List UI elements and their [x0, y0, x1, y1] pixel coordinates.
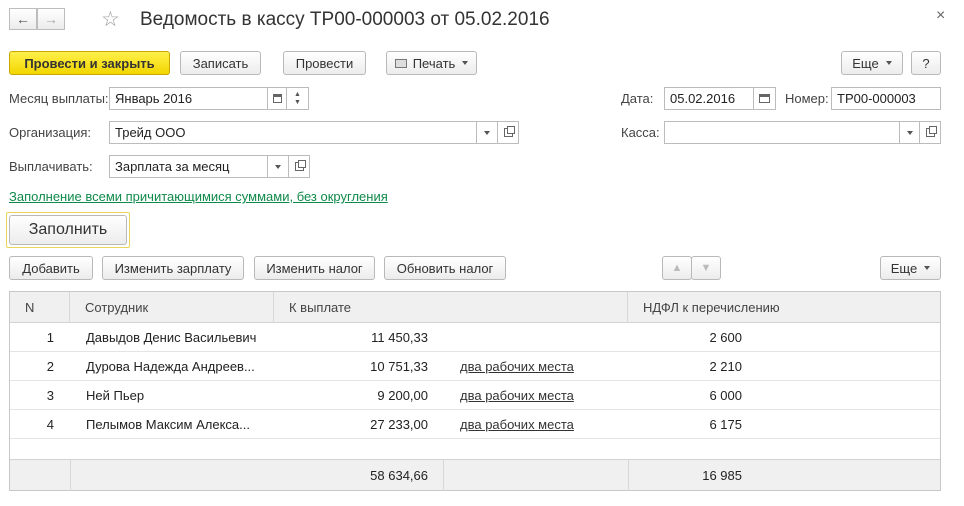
month-label: Месяц выплаты: — [9, 91, 109, 106]
row-number: 3 — [46, 388, 54, 403]
total-amount: 58 634,66 — [370, 468, 428, 483]
row-number: 1 — [46, 330, 54, 345]
number-field[interactable]: ТР00-000003 — [831, 87, 941, 110]
chevron-down-icon — [462, 61, 469, 65]
payment-amount: 27 233,00 — [370, 417, 428, 432]
number-label: Номер: — [785, 91, 829, 106]
organization-dropdown-button[interactable] — [476, 121, 498, 144]
table-footer: 58 634,66 16 985 — [10, 459, 940, 491]
workplace-note-link[interactable]: два рабочих места — [460, 381, 574, 410]
print-button[interactable]: Печать — [386, 51, 477, 75]
table-row[interactable]: 1 Давыдов Денис Васильевич 11 450,33 2 6… — [10, 323, 940, 352]
star-icon[interactable]: ☆ — [101, 7, 120, 32]
close-icon[interactable]: × — [936, 7, 945, 25]
tax-amount: 6 175 — [709, 417, 742, 432]
workplace-note-link[interactable]: два рабочих места — [460, 352, 574, 381]
total-tax: 16 985 — [702, 468, 742, 483]
open-form-icon — [503, 126, 515, 137]
move-up-button[interactable]: ▲ — [662, 256, 692, 280]
cash-open-button[interactable] — [919, 121, 941, 144]
calendar-icon — [759, 94, 770, 103]
footer-divider — [443, 460, 444, 491]
change-tax-button[interactable]: Изменить налог — [254, 256, 375, 280]
add-row-button[interactable]: Добавить — [9, 256, 93, 280]
window-title: Ведомость в кассу ТР00-000003 от 05.02.2… — [140, 9, 550, 30]
post-button[interactable]: Провести — [283, 51, 366, 75]
organization-label: Организация: — [9, 125, 92, 140]
forward-button[interactable]: → — [37, 8, 65, 30]
cash-field[interactable] — [664, 121, 900, 144]
pay-type-label: Выплачивать: — [9, 159, 93, 174]
table-more-label: Еще — [890, 260, 918, 276]
date-calendar-button[interactable] — [753, 87, 776, 110]
chevron-down-icon — [484, 130, 490, 135]
row-number: 2 — [46, 359, 54, 374]
open-form-icon — [294, 160, 306, 171]
pay-type-field[interactable]: Зарплата за месяц — [109, 155, 268, 178]
back-button[interactable]: ← — [9, 8, 37, 30]
update-tax-button[interactable]: Обновить налог — [384, 256, 506, 280]
payment-amount: 11 450,33 — [371, 330, 428, 345]
post-and-close-button[interactable]: Провести и закрыть — [9, 51, 170, 75]
table-row[interactable]: 3 Ней Пьер 9 200,00 два рабочих места 6 … — [10, 381, 940, 410]
footer-divider — [70, 460, 71, 491]
more-label: Еще — [852, 55, 879, 71]
help-button[interactable]: ? — [911, 51, 941, 75]
pay-type-open-button[interactable] — [288, 155, 310, 178]
pay-type-dropdown-button[interactable] — [267, 155, 289, 178]
workplace-note-link[interactable]: два рабочих места — [460, 410, 574, 439]
arrow-up-icon: ▲ — [671, 262, 683, 274]
payment-amount: 10 751,33 — [370, 359, 428, 374]
save-button[interactable]: Записать — [180, 51, 261, 75]
fill-button[interactable]: Заполнить — [9, 215, 127, 245]
chevron-down-icon — [885, 61, 892, 65]
chevron-down-icon — [275, 164, 281, 169]
column-header-n[interactable]: N — [10, 292, 70, 323]
table-header: N Сотрудник К выплате НДФЛ к перечислени… — [10, 292, 940, 323]
organization-open-button[interactable] — [497, 121, 519, 144]
open-form-icon — [925, 126, 937, 137]
arrow-down-icon: ▼ — [700, 262, 712, 274]
tax-amount: 2 210 — [709, 359, 742, 374]
fill-mode-link[interactable]: Заполнение всеми причитающимися суммами,… — [9, 189, 388, 204]
arrow-right-icon: → — [44, 11, 58, 27]
chevron-up-icon: ▲ — [294, 90, 301, 98]
employee-name: Пелымов Максим Алекса... — [86, 417, 250, 432]
table-row[interactable]: 2 Дурова Надежда Андреев... 10 751,33 дв… — [10, 352, 940, 381]
organization-field[interactable]: Трейд ООО — [109, 121, 477, 144]
chevron-down-icon — [924, 266, 931, 270]
employee-name: Давыдов Денис Васильевич — [86, 330, 257, 345]
row-number: 4 — [46, 417, 54, 432]
cash-dropdown-button[interactable] — [899, 121, 920, 144]
chevron-down-icon: ▼ — [294, 98, 301, 106]
print-label: Печать — [412, 55, 456, 71]
chevron-down-icon — [906, 130, 913, 135]
employee-name: Ней Пьер — [86, 388, 145, 403]
date-label: Дата: — [621, 91, 654, 106]
table-more-button[interactable]: Еще — [880, 256, 941, 280]
column-header-amount[interactable]: К выплате — [274, 292, 628, 323]
more-button[interactable]: Еще — [841, 51, 903, 75]
cash-label: Касса: — [621, 125, 660, 140]
payment-amount: 9 200,00 — [377, 388, 428, 403]
arrow-left-icon: ← — [16, 11, 30, 27]
column-header-employee[interactable]: Сотрудник — [70, 292, 274, 323]
move-down-button[interactable]: ▼ — [691, 256, 721, 280]
month-calendar-button[interactable] — [267, 87, 287, 110]
payroll-table: N Сотрудник К выплате НДФЛ к перечислени… — [9, 291, 941, 491]
column-header-tax[interactable]: НДФЛ к перечислению — [628, 292, 940, 323]
month-field[interactable]: Январь 2016 — [109, 87, 268, 110]
tax-amount: 2 600 — [709, 330, 742, 345]
month-stepper[interactable]: ▲ ▼ — [286, 87, 309, 110]
date-field[interactable]: 05.02.2016 — [664, 87, 754, 110]
printer-icon — [394, 58, 407, 68]
calendar-icon — [272, 94, 282, 103]
tax-amount: 6 000 — [709, 388, 742, 403]
change-salary-button[interactable]: Изменить зарплату — [102, 256, 244, 280]
table-row[interactable]: 4 Пелымов Максим Алекса... 27 233,00 два… — [10, 410, 940, 439]
employee-name: Дурова Надежда Андреев... — [86, 359, 255, 374]
